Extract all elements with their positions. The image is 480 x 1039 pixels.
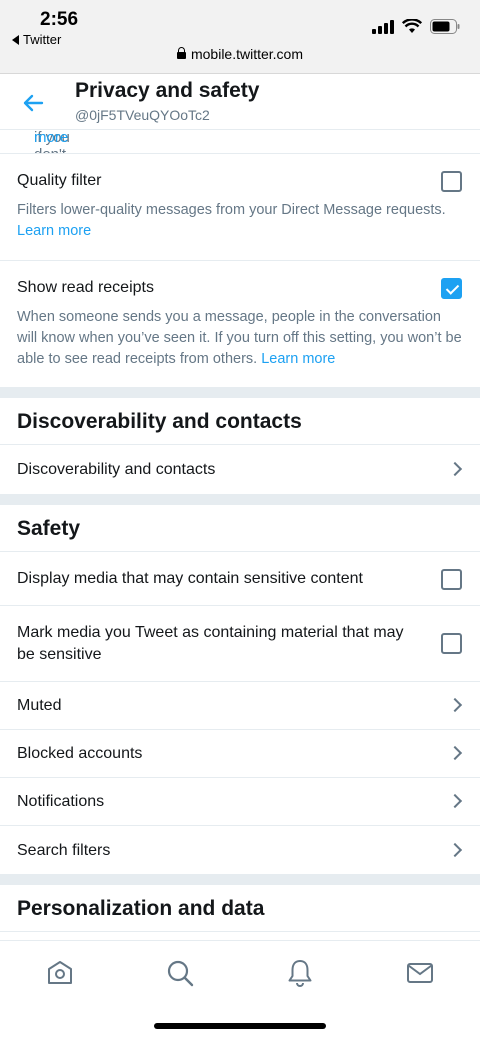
search-icon[interactable] — [165, 958, 195, 988]
discoverability-section-title: Discoverability and contacts — [0, 398, 480, 445]
learn-more-link[interactable]: Learn more — [261, 351, 335, 367]
muted-item[interactable]: Muted — [0, 682, 480, 730]
quality-filter-checkbox[interactable] — [441, 171, 462, 192]
status-bar: 2:56 Twitter mobile.twitter.com — [0, 0, 480, 74]
mark-sensitive-media-checkbox[interactable] — [441, 633, 462, 654]
search-filters-label: Search filters — [17, 842, 111, 859]
lock-icon — [176, 47, 186, 59]
read-receipts-checkbox[interactable] — [441, 278, 462, 299]
sensitive-media-display-row[interactable]: Display media that may contain sensitive… — [0, 552, 480, 606]
system-icons — [372, 19, 460, 34]
section-divider — [0, 388, 480, 398]
safety-section-title: Safety — [0, 505, 480, 552]
learn-more-link[interactable]: Learn more — [17, 223, 91, 239]
section-divider — [0, 495, 480, 505]
sensitive-media-display-label: Display media that may contain sensitive… — [17, 570, 363, 587]
url-text: mobile.twitter.com — [190, 46, 304, 62]
settings-list[interactable]: even if you don't follow them. Learn mor… — [0, 130, 480, 940]
sensitive-media-display-checkbox[interactable] — [441, 569, 462, 590]
search-filters-item[interactable]: Search filters — [0, 826, 480, 875]
wifi-icon — [402, 19, 422, 33]
blocked-accounts-item[interactable]: Blocked accounts — [0, 730, 480, 778]
address-bar[interactable]: mobile.twitter.com — [0, 46, 480, 62]
user-handle: @0jF5TVeuQYOoTc2 — [75, 107, 210, 123]
read-receipts-row[interactable]: Show read receipts When someone sends yo… — [0, 261, 480, 388]
personalization-section-title: Personalization and data — [0, 885, 480, 932]
partial-description: even if you don't follow them. Learn mor… — [0, 130, 480, 154]
notifications-item[interactable]: Notifications — [0, 778, 480, 826]
back-triangle-icon — [12, 34, 19, 45]
cellular-signal-icon — [372, 19, 394, 34]
home-indicator[interactable] — [154, 1023, 326, 1029]
learn-more-link[interactable]: Learn more — [34, 130, 72, 146]
discoverability-item-label: Discoverability and contacts — [17, 461, 216, 478]
mark-sensitive-media-row[interactable]: Mark media you Tweet as containing mater… — [0, 606, 480, 682]
messages-icon[interactable] — [405, 958, 435, 988]
notifications-icon[interactable] — [285, 958, 315, 988]
page-title: Privacy and safety — [75, 79, 260, 102]
back-app-label: Twitter — [23, 32, 62, 47]
back-to-app-button[interactable]: Twitter — [12, 32, 61, 47]
page-header: Privacy and safety @0jF5TVeuQYOoTc2 — [0, 74, 480, 130]
read-receipts-description: When someone sends you a message, people… — [17, 309, 462, 367]
discoverability-item[interactable]: Discoverability and contacts — [0, 445, 480, 495]
battery-icon — [430, 19, 460, 34]
notifications-label: Notifications — [17, 793, 105, 810]
quality-filter-label: Quality filter — [17, 172, 102, 189]
read-receipts-label: Show read receipts — [17, 279, 154, 296]
blocked-accounts-label: Blocked accounts — [17, 745, 143, 762]
section-divider — [0, 875, 480, 885]
back-arrow-icon[interactable] — [18, 88, 48, 118]
mark-sensitive-media-label: Mark media you Tweet as containing mater… — [17, 624, 404, 663]
status-time: 2:56 — [40, 9, 79, 30]
muted-label: Muted — [17, 697, 62, 714]
quality-filter-description: Filters lower-quality messages from your… — [17, 202, 446, 239]
home-icon[interactable] — [45, 958, 75, 988]
quality-filter-row[interactable]: Quality filter Filters lower-quality mes… — [0, 154, 480, 261]
